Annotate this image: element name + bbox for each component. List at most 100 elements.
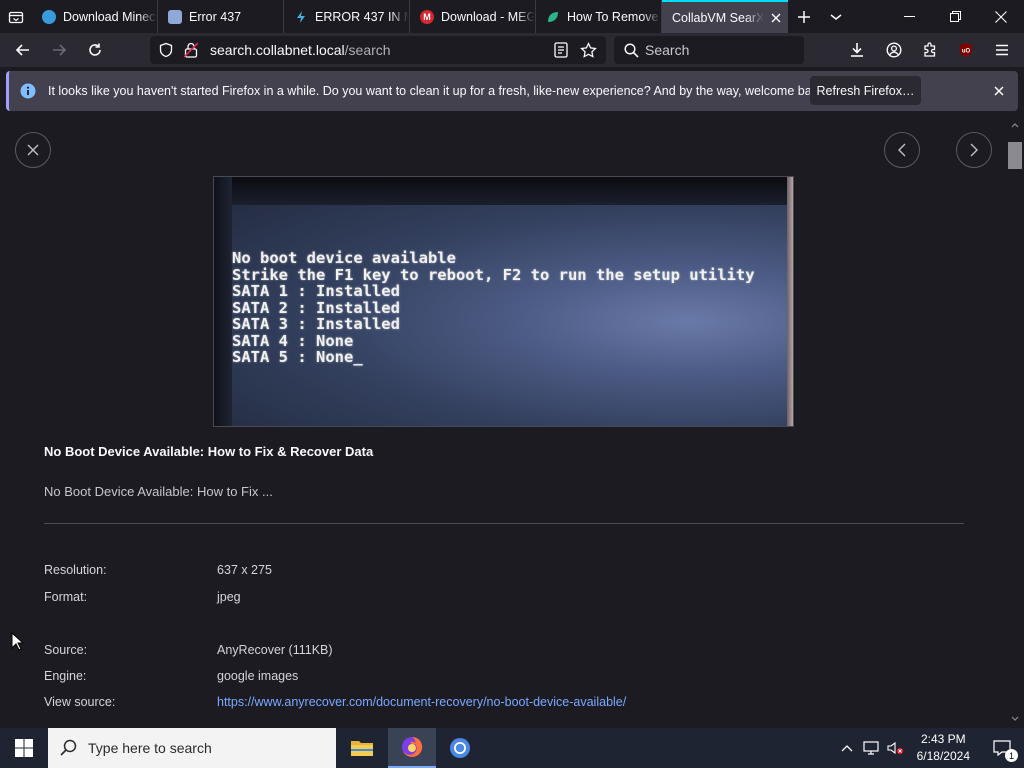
result-title: No Boot Device Available: How to Fix & R…	[44, 444, 374, 459]
shield-icon[interactable]	[158, 42, 174, 58]
tab-error-437-in-minecraft[interactable]: ERROR 437 IN MINECRAFT	[284, 0, 410, 33]
chrome-taskbar-button[interactable]	[436, 728, 484, 768]
account-button[interactable]	[877, 35, 911, 65]
detail-value: jpeg	[217, 590, 241, 604]
tab-label: CollabVM SearXNG	[672, 10, 764, 25]
tab-download-minecraft[interactable]: Download Minecraft	[32, 0, 158, 33]
windows-taskbar: Type here to search 2:43 PM 6/18/2024 1	[0, 728, 1024, 768]
close-tab-icon[interactable]	[764, 6, 788, 30]
minimize-button[interactable]	[886, 0, 932, 33]
hamburger-icon	[996, 44, 1008, 56]
close-icon	[27, 144, 39, 156]
monitor-bezel	[214, 177, 793, 205]
detail-key: Format:	[44, 590, 88, 604]
bios-text: No boot device available Strike the F1 ke…	[232, 250, 755, 366]
scroll-up-icon[interactable]	[1011, 122, 1019, 128]
clock-date: 6/18/2024	[916, 749, 970, 763]
lightning-icon	[294, 10, 308, 24]
search-icon	[60, 739, 77, 756]
search-input[interactable]: Search	[614, 36, 804, 64]
new-tab-button[interactable]	[788, 0, 820, 33]
menu-button[interactable]	[985, 35, 1019, 65]
bios-line: No boot device available	[232, 249, 456, 267]
close-detail-button[interactable]	[15, 132, 51, 168]
scroll-down-icon[interactable]	[1011, 716, 1019, 722]
folder-icon	[351, 741, 373, 756]
file-explorer-button[interactable]	[338, 728, 386, 768]
ublock-button[interactable]: uO	[949, 35, 983, 65]
page-scrollbar[interactable]	[1006, 118, 1024, 728]
show-hidden-icons-icon[interactable]	[841, 744, 853, 752]
taskbar-search-input[interactable]: Type here to search	[48, 728, 336, 768]
downloads-button[interactable]	[840, 35, 874, 65]
account-icon	[886, 42, 902, 58]
search-icon	[624, 42, 639, 58]
ublock-shield-icon: uO	[960, 43, 972, 57]
reload-button[interactable]	[78, 35, 112, 65]
page-icon	[168, 9, 182, 24]
refresh-firefox-button[interactable]: Refresh Firefox…	[810, 76, 921, 105]
network-icon[interactable]	[863, 741, 879, 755]
tab-collabvm-searxng[interactable]: CollabVM SearXNG	[662, 0, 788, 33]
url-text: search.collabnet.local/search	[210, 42, 391, 58]
clock-time: 2:43 PM	[920, 732, 966, 746]
navigation-toolbar: search.collabnet.local/search Search uO	[0, 33, 1024, 67]
image-preview[interactable]: No boot device available Strike the F1 ke…	[213, 176, 794, 427]
previous-image-button[interactable]	[884, 132, 920, 168]
firefox-taskbar-button[interactable]	[388, 728, 436, 768]
result-description: No Boot Device Available: How to Fix ...	[44, 484, 273, 499]
bookmark-star-icon[interactable]	[580, 41, 597, 59]
taskbar-clock[interactable]: 2:43 PM 6/18/2024	[917, 731, 970, 765]
tab-download-mega[interactable]: M Download - MEGA	[410, 0, 536, 33]
back-button[interactable]	[6, 35, 40, 65]
chevron-left-icon	[898, 143, 906, 157]
system-tray: 2:43 PM 6/18/2024 1	[841, 728, 1024, 768]
mega-icon: M	[420, 9, 434, 24]
chevron-right-icon	[970, 143, 978, 157]
windows-logo-icon	[15, 739, 33, 757]
url-bar[interactable]: search.collabnet.local/search	[150, 36, 606, 64]
restore-button[interactable]	[932, 0, 978, 33]
tab-error-437[interactable]: Error 437	[158, 0, 284, 33]
puzzle-icon	[924, 42, 936, 57]
globe-icon	[42, 9, 56, 24]
insecure-lock-icon[interactable]	[184, 42, 198, 58]
arrow-left-icon	[15, 44, 29, 56]
notification-message: It looks like you haven't started Firefo…	[48, 84, 828, 98]
monitor-bezel-left	[214, 177, 232, 426]
bios-line: SATA 5 : None_	[232, 348, 363, 366]
firefox-icon	[402, 736, 423, 757]
start-button[interactable]	[0, 728, 48, 768]
detail-value: 637 x 275	[217, 563, 272, 577]
forward-button[interactable]	[42, 35, 76, 65]
window-controls	[886, 0, 1024, 33]
info-icon	[20, 83, 36, 99]
minimize-icon	[903, 16, 915, 17]
bios-line: SATA 4 : None	[232, 331, 354, 350]
list-all-tabs-button[interactable]	[0, 0, 32, 33]
next-image-button[interactable]	[956, 132, 992, 168]
extensions-button[interactable]	[913, 35, 947, 65]
tab-overflow-button[interactable]	[820, 0, 852, 33]
url-path: /search	[344, 42, 391, 58]
taskbar-search-placeholder: Type here to search	[88, 740, 212, 756]
reader-view-icon[interactable]	[554, 42, 568, 58]
view-source-link[interactable]: https://www.anyrecover.com/document-reco…	[217, 695, 626, 709]
search-placeholder: Search	[645, 42, 690, 58]
tab-how-to-remove[interactable]: How To Remove	[536, 0, 662, 33]
image-detail-view: No boot device available Strike the F1 ke…	[0, 114, 1024, 728]
tab-list-icon	[8, 11, 24, 23]
close-notification-button[interactable]	[989, 81, 1009, 101]
notification-count-badge: 1	[1005, 749, 1018, 762]
chevron-down-icon	[830, 13, 842, 20]
bios-line: SATA 3 : Installed	[232, 315, 400, 333]
volume-muted-icon[interactable]	[887, 741, 905, 755]
action-center-button[interactable]: 1	[980, 728, 1024, 768]
bios-screen-photo: No boot device available Strike the F1 ke…	[214, 177, 793, 426]
download-icon	[851, 43, 863, 57]
close-window-button[interactable]	[978, 0, 1024, 33]
scrollbar-thumb[interactable]	[1008, 142, 1022, 169]
detail-key: Source:	[44, 643, 88, 657]
restore-icon	[949, 11, 961, 22]
reload-icon	[89, 43, 101, 56]
